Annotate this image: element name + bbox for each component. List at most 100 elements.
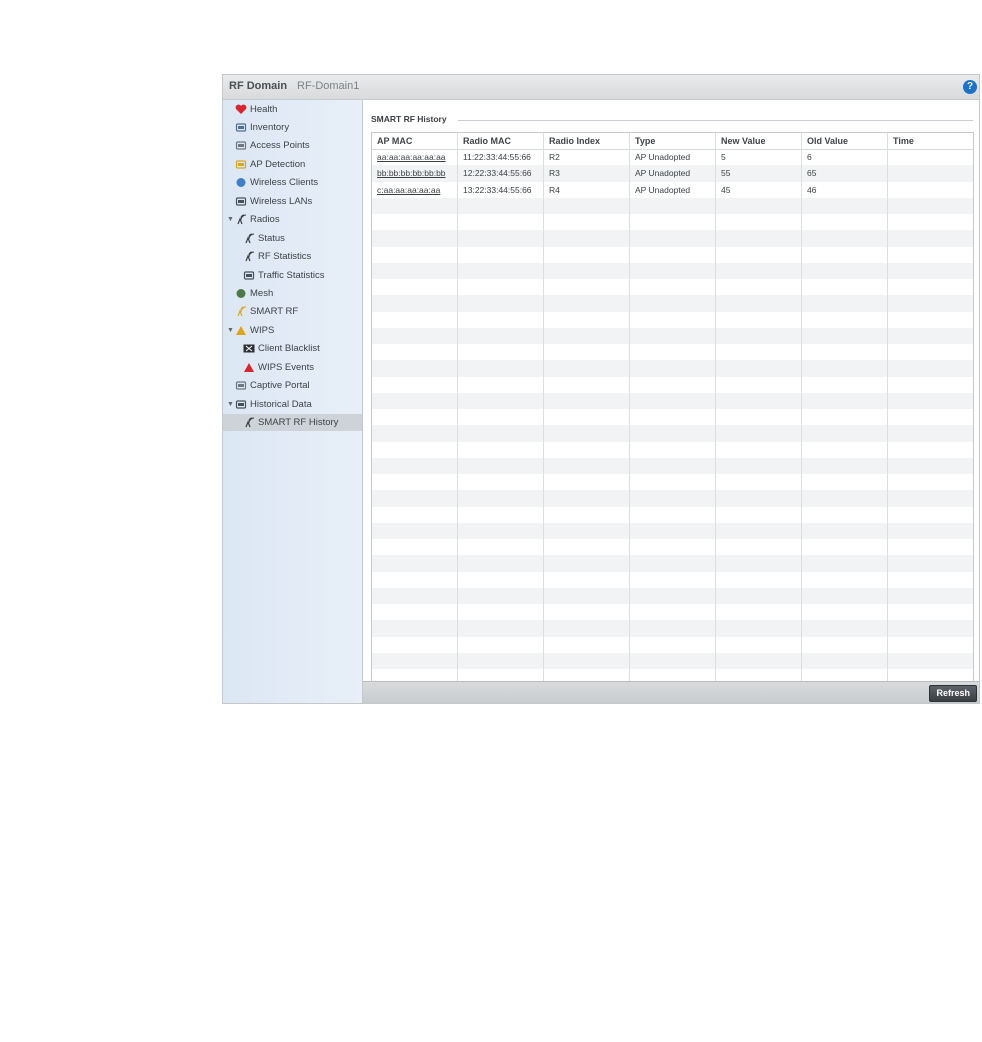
column-header-time[interactable]: Time xyxy=(888,133,973,149)
sidebar-item-wireless-clients[interactable]: Wireless Clients xyxy=(223,174,362,191)
table-row xyxy=(372,295,973,312)
table-cell: 13:22:33:44:55:66 xyxy=(463,184,532,195)
table-row xyxy=(372,425,973,442)
sidebar-item-radios[interactable]: ▼ Radios xyxy=(223,211,362,228)
column-divider xyxy=(887,133,888,683)
table-row xyxy=(372,344,973,361)
ap-mac-link[interactable]: c:aa:aa:aa:aa:aa xyxy=(372,182,458,198)
sidebar-item-rf-statistics[interactable]: RF Statistics xyxy=(223,248,362,265)
expand-arrow-icon[interactable]: ▼ xyxy=(227,211,234,228)
inventory-icon xyxy=(235,122,247,133)
column-divider xyxy=(801,133,802,683)
sidebar-item-label: RF Statistics xyxy=(258,251,312,263)
traffic-statistics-icon xyxy=(243,270,255,281)
radio-icon xyxy=(243,417,255,428)
table-cell xyxy=(888,149,973,165)
sidebar-item-label: Access Points xyxy=(250,140,310,152)
table-row xyxy=(372,409,973,426)
column-header-radio-index[interactable]: Radio Index xyxy=(544,133,630,149)
help-icon[interactable]: ? xyxy=(963,80,977,94)
column-divider xyxy=(457,133,458,683)
sidebar-item-wireless-lans[interactable]: Wireless LANs xyxy=(223,193,362,210)
table-cell: R3 xyxy=(549,168,560,179)
captive-portal-icon xyxy=(235,380,247,391)
ap-mac-link[interactable]: aa:aa:aa:aa:aa:aa xyxy=(372,149,458,165)
sidebar-item-label: WIPS xyxy=(250,324,275,336)
sidebar-item-label: Mesh xyxy=(250,288,274,299)
sidebar-item-label: AP Detection xyxy=(250,158,306,170)
ap-detection-icon xyxy=(235,159,247,170)
column-header-old-value[interactable]: Old Value xyxy=(802,133,888,149)
sidebar-item-wips[interactable]: ▼ WIPS xyxy=(223,322,362,339)
client-blacklist-icon xyxy=(243,343,255,354)
smart-rf-icon xyxy=(235,306,247,317)
table-row xyxy=(372,555,973,572)
table-row xyxy=(372,522,973,539)
wireless-client-icon xyxy=(235,177,247,188)
table-row xyxy=(372,279,973,296)
table-cell: AP Unadopted xyxy=(635,184,691,195)
sidebar-item-access-points[interactable]: Access Points xyxy=(223,137,362,154)
table-cell: AP Unadopted xyxy=(635,168,691,179)
rf-domain-panel: RF Domain RF-Domain1 ? Health Inventory Ac… xyxy=(222,74,980,704)
table-row xyxy=(372,620,973,637)
panel-footer: Refresh xyxy=(363,681,979,703)
sidebar-item-captive-portal[interactable]: Captive Portal xyxy=(223,377,362,394)
ap-mac-link[interactable]: bb:bb:bb:bb:bb:bb xyxy=(372,165,458,181)
sidebar-item-status[interactable]: Status xyxy=(223,230,362,247)
panel-header: RF Domain RF-Domain1 ? xyxy=(223,75,979,100)
sidebar-item-wips-events[interactable]: WIPS Events xyxy=(223,359,362,376)
column-header-ap-mac[interactable]: AP MAC xyxy=(372,133,458,149)
sidebar-item-smart-rf-history[interactable]: SMART RF History xyxy=(223,414,362,432)
column-header-type[interactable]: Type xyxy=(630,133,716,149)
table-row xyxy=(372,506,973,523)
sidebar-item-smart-rf[interactable]: SMART RF xyxy=(223,303,362,320)
sidebar-item-label: SMART RF xyxy=(250,306,299,318)
sidebar-item-traffic-statistics[interactable]: Traffic Statistics xyxy=(223,267,362,284)
table-cell: R4 xyxy=(549,184,560,195)
table-cell xyxy=(888,182,973,198)
table-row xyxy=(372,327,973,344)
sidebar-item-label: Inventory xyxy=(250,121,290,133)
table-row xyxy=(372,376,973,393)
section-divider xyxy=(458,120,973,121)
table-row xyxy=(372,392,973,409)
table-cell xyxy=(888,165,973,181)
table-row xyxy=(372,214,973,231)
refresh-button[interactable]: Refresh xyxy=(929,685,977,702)
sidebar-item-label: Captive Portal xyxy=(250,380,310,392)
table-row xyxy=(372,539,973,556)
sidebar-item-health[interactable]: Health xyxy=(223,101,362,118)
table-row xyxy=(372,311,973,328)
column-divider xyxy=(629,133,630,683)
table-cell: 46 xyxy=(807,184,817,195)
sidebar-item-inventory[interactable]: Inventory xyxy=(223,119,362,136)
table-row xyxy=(372,652,973,669)
radio-icon xyxy=(243,233,255,244)
sidebar-item-historical-data[interactable]: ▼ Historical Data xyxy=(223,396,362,413)
section-title: SMART RF History xyxy=(371,114,447,124)
column-divider xyxy=(715,133,716,683)
sidebar-item-ap-detection[interactable]: AP Detection xyxy=(223,156,362,173)
radio-icon xyxy=(235,214,247,225)
sidebar-nav: Health Inventory Access Points AP Detection… xyxy=(223,100,363,703)
expand-arrow-icon[interactable]: ▼ xyxy=(227,396,234,413)
sidebar-item-mesh[interactable]: Mesh xyxy=(223,285,362,302)
sidebar-item-client-blacklist[interactable]: Client Blacklist xyxy=(223,340,362,357)
panel-title: RF Domain xyxy=(229,80,288,92)
sidebar-item-label: Wireless Clients xyxy=(250,177,319,189)
sidebar-item-label: Health xyxy=(250,103,278,115)
wips-events-icon xyxy=(243,362,255,373)
column-header-radio-mac[interactable]: Radio MAC xyxy=(458,133,544,149)
table-row xyxy=(372,490,973,507)
table-cell: 65 xyxy=(807,168,817,179)
sidebar-item-label: Historical Data xyxy=(250,398,312,410)
column-header-new-value[interactable]: New Value xyxy=(716,133,802,149)
rf-domain-name: RF-Domain1 xyxy=(297,80,360,92)
sidebar-item-label: Traffic Statistics xyxy=(258,269,325,281)
sidebar-item-label: Wireless LANs xyxy=(250,195,313,207)
access-point-icon xyxy=(235,140,247,151)
sidebar-item-label: Client Blacklist xyxy=(258,343,320,355)
expand-arrow-icon[interactable]: ▼ xyxy=(227,322,234,339)
table-row xyxy=(372,246,973,263)
